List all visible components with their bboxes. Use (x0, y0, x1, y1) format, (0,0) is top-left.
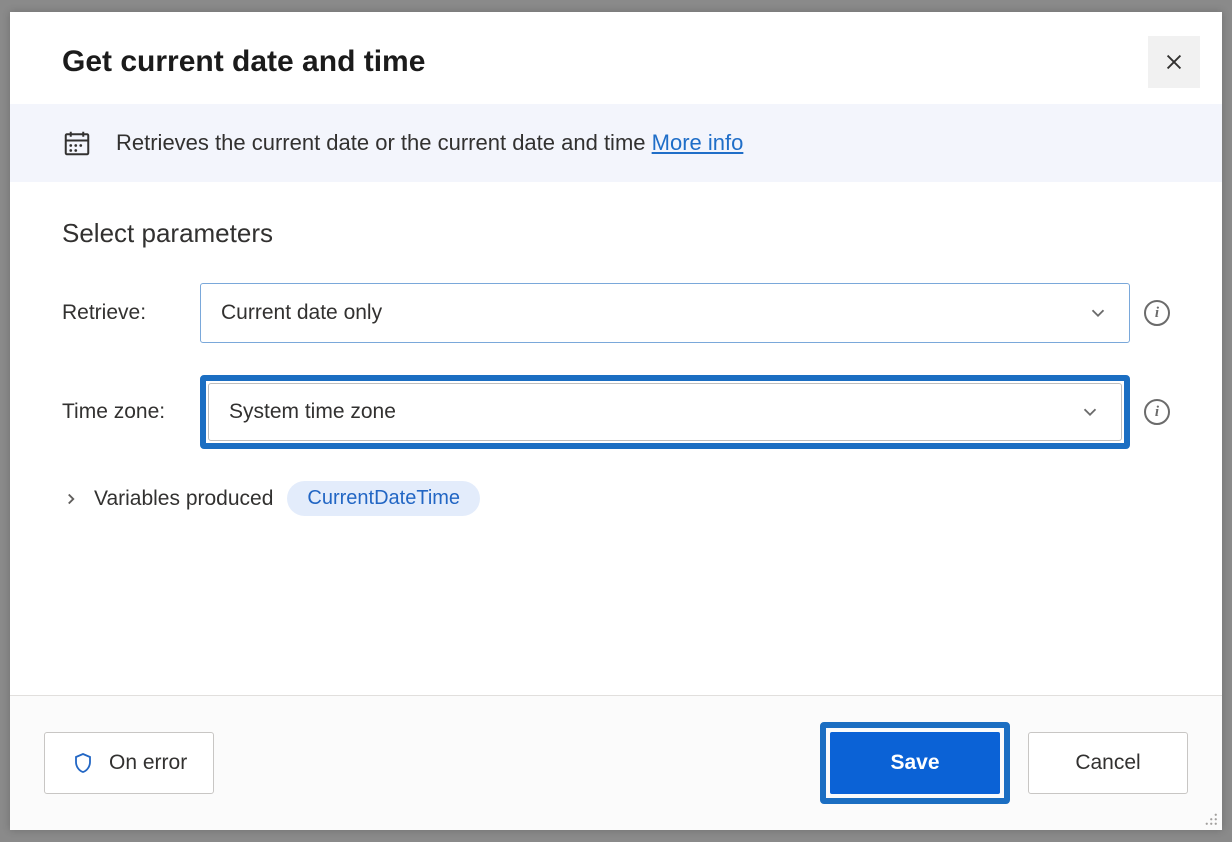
retrieve-dropdown[interactable]: Current date only (200, 283, 1130, 343)
timezone-info-icon[interactable]: i (1144, 399, 1170, 425)
dialog-footer: On error Save Cancel (10, 695, 1222, 830)
dialog-get-current-date-time: Get current date and time Retrieves the … (10, 12, 1222, 830)
variables-label: Variables produced (94, 487, 273, 511)
info-banner: Retrieves the current date or the curren… (10, 104, 1222, 182)
dialog-title: Get current date and time (62, 45, 425, 79)
retrieve-label: Retrieve: (62, 301, 186, 325)
close-icon (1163, 51, 1185, 73)
close-button[interactable] (1148, 36, 1200, 88)
chevron-down-icon (1087, 302, 1109, 324)
chevron-right-icon[interactable] (62, 490, 80, 508)
shield-icon (71, 751, 95, 775)
param-row-timezone: Time zone: System time zone i (62, 375, 1170, 449)
retrieve-info-icon[interactable]: i (1144, 300, 1170, 326)
parameters-heading: Select parameters (62, 218, 1170, 249)
save-highlight: Save (820, 722, 1010, 804)
retrieve-value: Current date only (221, 301, 382, 325)
dialog-body: Select parameters Retrieve: Current date… (10, 182, 1222, 695)
dialog-header: Get current date and time (10, 12, 1222, 104)
save-button[interactable]: Save (830, 732, 1000, 794)
timezone-label: Time zone: (62, 400, 186, 424)
calendar-icon (62, 128, 92, 158)
cancel-button[interactable]: Cancel (1028, 732, 1188, 794)
footer-right: Save Cancel (820, 722, 1188, 804)
param-row-retrieve: Retrieve: Current date only i (62, 283, 1170, 343)
timezone-value: System time zone (229, 400, 396, 424)
on-error-label: On error (109, 751, 187, 775)
timezone-dropdown[interactable]: System time zone (208, 383, 1122, 441)
more-info-link[interactable]: More info (652, 130, 744, 155)
variable-pill-currentdatetime[interactable]: CurrentDateTime (287, 481, 480, 516)
info-description-text: Retrieves the current date or the curren… (116, 130, 646, 155)
resize-grip-icon[interactable] (1200, 808, 1218, 826)
on-error-button[interactable]: On error (44, 732, 214, 794)
variables-row: Variables produced CurrentDateTime (62, 481, 1170, 516)
info-description: Retrieves the current date or the curren… (116, 130, 743, 156)
chevron-down-icon (1079, 401, 1101, 423)
timezone-highlight: System time zone (200, 375, 1130, 449)
